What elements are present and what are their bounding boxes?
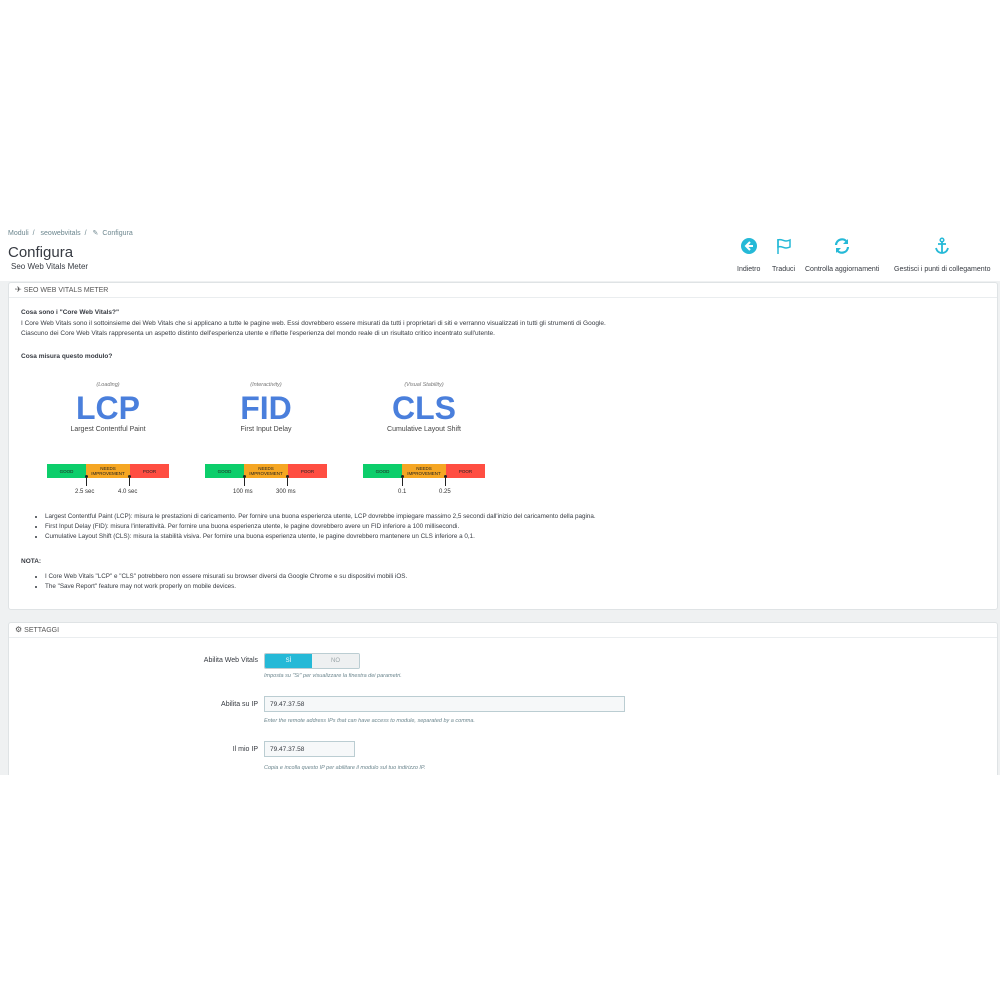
my-ip-label: Il mio IP xyxy=(232,746,258,753)
wrench-icon: ✎ xyxy=(92,230,99,237)
gauge-good: GOOD xyxy=(363,464,403,478)
meter-panel-heading: ✈ SEO WEB VITALS METER xyxy=(9,283,997,298)
gauge-needs-improvement: NEEDS IMPROVEMENT xyxy=(86,464,130,478)
breadcrumb-item-modules[interactable]: Moduli xyxy=(8,230,29,237)
question-module: Cosa misura questo modulo? xyxy=(21,353,113,360)
translate-label: Traduci xyxy=(772,266,796,273)
gauge-tick xyxy=(86,478,87,486)
lcp-gauge: GOOD NEEDS IMPROVEMENT POOR xyxy=(47,464,169,478)
plane-icon: ✈ xyxy=(15,285,22,294)
check-updates-label: Controlla aggiornamenti xyxy=(805,266,880,273)
breadcrumb: Moduli / seowebvitals / ✎ Configura xyxy=(8,230,133,237)
screenshot-area: Moduli / seowebvitals / ✎ Configura Configu… xyxy=(0,222,1000,775)
note-list: I Core Web Vitals "LCP" e "CLS" potrebbe… xyxy=(21,573,407,593)
my-ip-help: Copia e incolla questo IP per abilitare … xyxy=(264,765,426,771)
metric-description-list: Largest Contentful Paint (LCP): misura l… xyxy=(21,513,596,543)
back-arrow-icon xyxy=(740,238,757,254)
settings-panel: ⚙ SETTAGGI Abilita Web Vitals SÌ NO Impos… xyxy=(8,622,998,775)
enable-on-ip-input[interactable]: 79.47.37.58 xyxy=(264,696,625,712)
breadcrumb-item-configure: Configura xyxy=(102,230,133,237)
metric-name: Cumulative Layout Shift xyxy=(387,426,461,433)
threshold-good: 0.1 xyxy=(398,489,407,495)
metric-lcp: (Loading) LCP Largest Contentful Paint G… xyxy=(46,382,170,495)
metric-category: (Interactivity) xyxy=(250,382,282,388)
list-item: First Input Delay (FID): misura l'intera… xyxy=(45,523,596,530)
enable-on-ip-help: Enter the remote address IPs that can ha… xyxy=(264,718,475,724)
back-label: Indietro xyxy=(737,266,761,273)
question-core-web-vitals: Cosa sono i "Core Web Vitals?" xyxy=(21,309,120,316)
meter-panel-title: SEO WEB VITALS METER xyxy=(23,287,109,294)
switch-no[interactable]: NO xyxy=(312,654,359,668)
list-item: The "Save Report" feature may not work p… xyxy=(45,583,407,590)
gauge-good: GOOD xyxy=(47,464,87,478)
intro-paragraph-1: I Core Web Vitals sono il sottoinsieme d… xyxy=(21,320,606,327)
page-title: Configura xyxy=(8,244,74,261)
fid-gauge: GOOD NEEDS IMPROVEMENT POOR xyxy=(205,464,327,478)
page-header: Moduli / seowebvitals / ✎ Configura Configu… xyxy=(0,222,1000,281)
refresh-icon xyxy=(835,238,850,254)
metric-name: Largest Contentful Paint xyxy=(70,426,146,433)
metric-fid: (Interactivity) FID First Input Delay GO… xyxy=(204,382,328,495)
flag-icon xyxy=(776,238,791,254)
gauge-tick xyxy=(402,478,403,486)
threshold-poor: 4.0 sec xyxy=(118,489,138,495)
list-item: Largest Contentful Paint (LCP): misura l… xyxy=(45,513,596,520)
threshold-good: 2.5 sec xyxy=(75,489,95,495)
settings-panel-title: SETTAGGI xyxy=(24,627,60,634)
list-item: Cumulative Layout Shift (CLS): misura la… xyxy=(45,533,596,540)
metric-name: First Input Delay xyxy=(240,426,292,433)
enable-web-vitals-switch[interactable]: SÌ NO xyxy=(264,653,360,669)
metric-abbr: LCP xyxy=(76,390,140,426)
threshold-poor: 0.25 xyxy=(439,489,451,495)
breadcrumb-item-module[interactable]: seowebvitals xyxy=(41,230,81,237)
gauge-tick xyxy=(445,478,446,486)
gauge-needs-improvement: NEEDS IMPROVEMENT xyxy=(244,464,288,478)
note-title: NOTA: xyxy=(21,558,42,565)
my-ip-input[interactable]: 79.47.37.58 xyxy=(264,741,355,757)
threshold-poor: 300 ms xyxy=(276,489,296,495)
intro-paragraph-2: Ciascuno dei Core Web Vitals rappresenta… xyxy=(21,330,495,337)
gauge-poor: POOR xyxy=(445,464,485,478)
enable-web-vitals-label: Abilita Web Vitals xyxy=(203,657,258,664)
page-subtitle: Seo Web Vitals Meter xyxy=(11,262,89,271)
metric-abbr: FID xyxy=(240,390,292,426)
metric-category: (Loading) xyxy=(96,382,120,388)
manage-hooks-label: Gestisci i punti di collegamento xyxy=(894,266,991,273)
gauge-tick xyxy=(287,478,288,486)
metric-abbr: CLS xyxy=(392,390,456,426)
gauge-tick xyxy=(244,478,245,486)
switch-yes[interactable]: SÌ xyxy=(265,654,312,668)
list-item: I Core Web Vitals "LCP" e "CLS" potrebbe… xyxy=(45,573,407,580)
gauge-good: GOOD xyxy=(205,464,245,478)
gauge-tick xyxy=(129,478,130,486)
metric-category: (Visual Stability) xyxy=(404,382,444,388)
metric-cls: (Visual Stability) CLS Cumulative Layout… xyxy=(362,382,486,495)
cls-gauge: GOOD NEEDS IMPROVEMENT POOR xyxy=(363,464,485,478)
translate-button[interactable]: Traduci xyxy=(772,237,795,276)
gauge-poor: POOR xyxy=(287,464,327,478)
anchor-icon xyxy=(935,237,950,254)
gauge-poor: POOR xyxy=(129,464,169,478)
check-updates-button[interactable]: Controlla aggiornamenti xyxy=(805,237,879,276)
enable-web-vitals-help: Imposta su "Sì" per visualizzare la fine… xyxy=(264,673,402,679)
gauge-needs-improvement: NEEDS IMPROVEMENT xyxy=(402,464,446,478)
threshold-good: 100 ms xyxy=(233,489,253,495)
manage-hooks-button[interactable]: Gestisci i punti di collegamento xyxy=(894,237,991,276)
enable-on-ip-label: Abilita su IP xyxy=(221,701,258,708)
meter-panel: ✈ SEO WEB VITALS METER Cosa sono i "Core … xyxy=(8,282,998,610)
gears-icon: ⚙ xyxy=(15,625,23,634)
settings-panel-heading: ⚙ SETTAGGI xyxy=(9,623,997,638)
back-button[interactable]: Indietro xyxy=(737,237,760,276)
